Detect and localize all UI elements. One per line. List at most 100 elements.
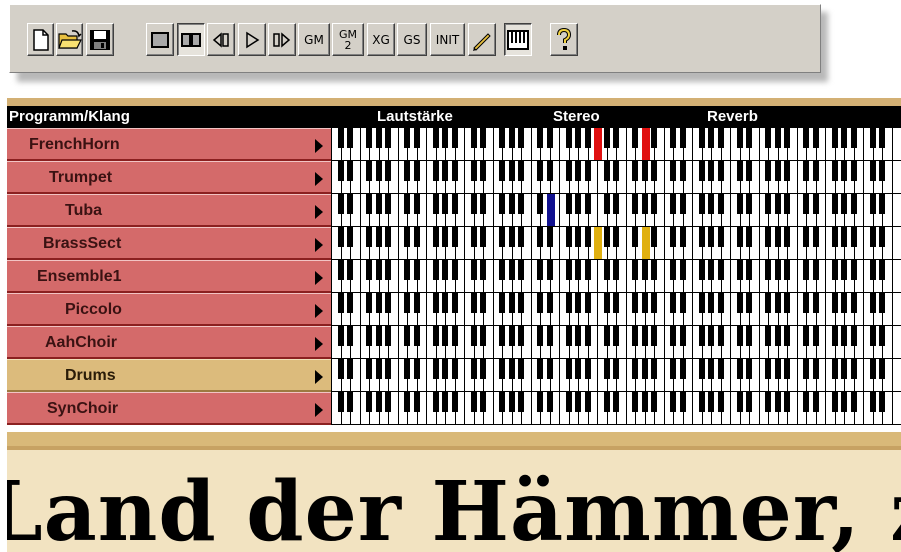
piano-keyboard[interactable] (331, 359, 901, 392)
new-file-button[interactable] (27, 23, 54, 56)
program-selector[interactable]: Ensemble1 (7, 260, 331, 293)
black-key (813, 227, 819, 247)
submenu-arrow-icon[interactable] (315, 139, 323, 153)
double-view-button[interactable] (177, 23, 205, 56)
black-key (604, 128, 610, 148)
black-key (775, 260, 781, 280)
keyboard-area[interactable] (331, 392, 901, 425)
submenu-arrow-icon[interactable] (315, 271, 323, 285)
keyboard-area[interactable] (331, 194, 901, 227)
black-key (585, 161, 591, 181)
piano-button[interactable] (504, 23, 532, 56)
program-selector[interactable]: Drums (7, 359, 331, 392)
single-view-button[interactable] (146, 23, 174, 56)
black-key (784, 293, 790, 313)
submenu-arrow-icon[interactable] (315, 205, 323, 219)
black-key (518, 260, 524, 280)
black-key (537, 392, 543, 412)
keyboard-area[interactable] (331, 260, 901, 293)
black-key (870, 359, 876, 379)
black-key (718, 128, 724, 148)
piano-keyboard[interactable] (331, 227, 901, 260)
black-key (414, 227, 420, 247)
program-name: AahChoir (45, 334, 117, 351)
submenu-arrow-icon[interactable] (315, 238, 323, 252)
black-key (803, 161, 809, 181)
gs-button[interactable]: GS (397, 23, 427, 56)
submenu-arrow-icon[interactable] (315, 172, 323, 186)
program-selector[interactable]: Trumpet (7, 161, 331, 194)
black-key (832, 359, 838, 379)
piano-keyboard[interactable] (331, 161, 901, 194)
piano-keyboard[interactable] (331, 293, 901, 326)
black-key (518, 359, 524, 379)
black-key (613, 359, 619, 379)
program-selector[interactable]: AahChoir (7, 326, 331, 359)
black-key (765, 260, 771, 280)
black-key (499, 326, 505, 346)
black-key (442, 128, 448, 148)
single-square-icon (150, 30, 170, 50)
piano-keyboard[interactable] (331, 326, 901, 359)
black-key (604, 359, 610, 379)
keyboard-area[interactable] (331, 359, 901, 392)
black-key (632, 128, 638, 148)
help-button[interactable] (550, 23, 578, 56)
piano-keyboard[interactable] (331, 194, 901, 227)
play-button[interactable] (238, 23, 266, 56)
black-key (480, 128, 486, 148)
program-selector[interactable]: FrenchHorn (7, 128, 331, 161)
black-key (376, 260, 382, 280)
gm2-button[interactable]: GM 2 (332, 23, 364, 56)
keyboard-area[interactable] (331, 128, 901, 161)
program-selector[interactable]: SynChoir (7, 392, 331, 425)
black-key (547, 392, 553, 412)
piano-keyboard[interactable] (331, 392, 901, 425)
black-key (832, 392, 838, 412)
keyboard-area[interactable] (331, 326, 901, 359)
init-button[interactable]: INIT (430, 23, 465, 56)
black-key (613, 260, 619, 280)
black-key (433, 260, 439, 280)
piano-keyboard[interactable] (331, 260, 901, 293)
submenu-arrow-icon[interactable] (315, 370, 323, 384)
save-file-button[interactable] (86, 23, 114, 56)
open-file-button[interactable] (56, 23, 83, 56)
black-key (376, 194, 382, 214)
black-key (471, 392, 477, 412)
pencil-button[interactable] (468, 23, 496, 56)
black-key (433, 392, 439, 412)
keyboard-area[interactable] (331, 293, 901, 326)
submenu-arrow-icon[interactable] (315, 304, 323, 318)
black-key (613, 293, 619, 313)
black-key (499, 194, 505, 214)
black-key (708, 227, 714, 247)
black-key (385, 260, 391, 280)
black-key (775, 227, 781, 247)
black-key (651, 293, 657, 313)
black-key (642, 161, 648, 181)
submenu-arrow-icon[interactable] (315, 337, 323, 351)
black-key (366, 161, 372, 181)
keyboard-area[interactable] (331, 227, 901, 260)
new-file-icon (31, 28, 51, 51)
black-key (708, 128, 714, 148)
black-key (632, 260, 638, 280)
keyboard-area[interactable] (331, 161, 901, 194)
black-key (775, 293, 781, 313)
black-key (870, 293, 876, 313)
gm-button[interactable]: GM (298, 23, 330, 56)
rewind-button[interactable] (207, 23, 235, 56)
xg-label: XG (372, 32, 390, 47)
black-key (670, 260, 676, 280)
submenu-arrow-icon[interactable] (315, 403, 323, 417)
black-key (699, 128, 705, 148)
program-selector[interactable]: BrassSect (7, 227, 331, 260)
program-selector[interactable]: Tuba (7, 194, 331, 227)
program-selector[interactable]: Piccolo (7, 293, 331, 326)
piano-keyboard[interactable] (331, 128, 901, 161)
forward-button[interactable] (268, 23, 296, 56)
black-key (680, 194, 686, 214)
xg-button[interactable]: XG (367, 23, 395, 56)
gs-label: GS (403, 32, 421, 47)
